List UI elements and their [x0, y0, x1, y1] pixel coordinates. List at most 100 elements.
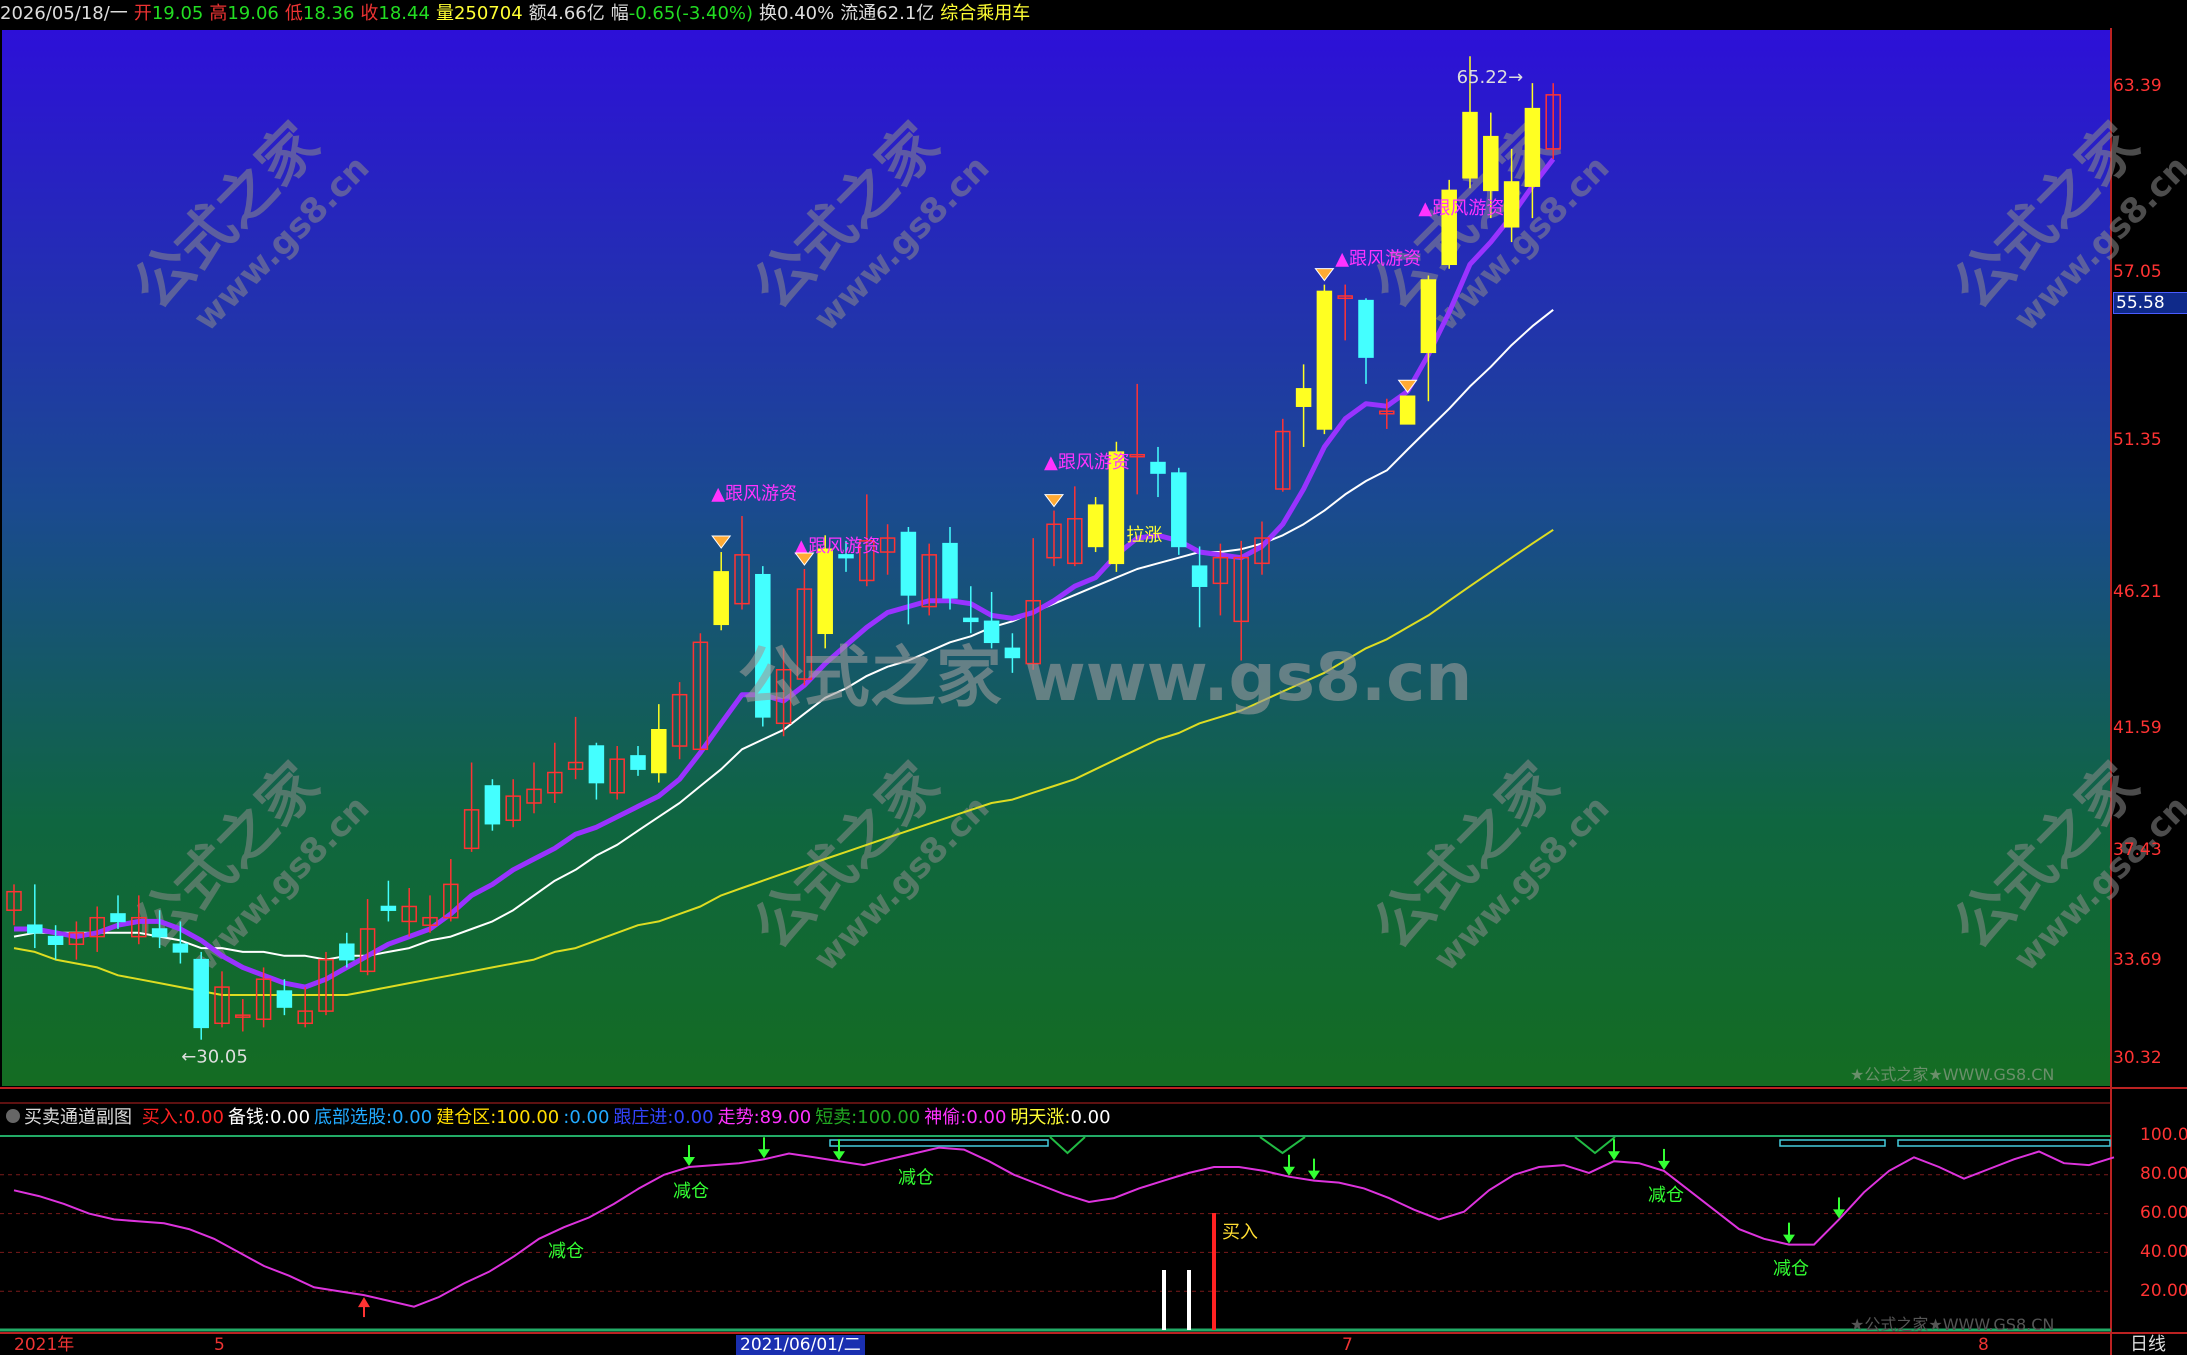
green-down-arrow-head	[1283, 1166, 1295, 1176]
price-tick: 51.35	[2113, 430, 2162, 450]
green-down-arrow-head	[833, 1151, 845, 1161]
indicator-field-label: 明天涨:	[1010, 1107, 1071, 1128]
osc-red-bar	[1212, 1213, 1216, 1330]
indicator-field-label: 走势:	[717, 1107, 760, 1128]
price-tick: 41.59	[2113, 718, 2162, 738]
change-value: -0.65(-3.40%)	[628, 3, 754, 24]
candle-body	[1150, 461, 1166, 474]
chart-annotation: ▲跟风游资	[1335, 248, 1421, 269]
indicator-field-label: 底部选股:	[314, 1107, 393, 1128]
volume-label: 量	[435, 3, 454, 24]
osc-rail	[829, 1139, 1049, 1147]
indicator-field-value: 0.00	[1070, 1107, 1111, 1128]
candle-body	[1295, 388, 1312, 407]
osc-tick: 100.00	[2140, 1125, 2187, 1145]
candle-body	[193, 958, 209, 1029]
indicator-name[interactable]: 买卖通道副图	[24, 1107, 132, 1128]
chart-annotation: ▲跟风游资	[1044, 452, 1130, 473]
candle-body	[1524, 107, 1541, 187]
candle-body	[1087, 504, 1104, 548]
osc-tick: 80.00	[2140, 1164, 2187, 1184]
time-axis-label: 2021年	[14, 1335, 75, 1355]
price-tick: 57.05	[2113, 262, 2162, 282]
candle-body	[380, 905, 397, 911]
chart-annotation: 65.22→	[1457, 67, 1524, 88]
amount-label: 额	[528, 3, 547, 24]
osc-v-mark	[1049, 1136, 1086, 1155]
turnover-label: 换	[759, 3, 778, 24]
candle-body	[1191, 565, 1208, 587]
candle-body	[1399, 395, 1416, 425]
candle-body	[172, 943, 189, 953]
candle-body	[339, 943, 355, 961]
osc-rail	[1897, 1139, 2111, 1147]
close-value: 18.44	[378, 3, 430, 24]
candle-body	[1420, 279, 1437, 354]
indicator-field-value: 0.00	[966, 1107, 1007, 1128]
volume-value: 250704	[453, 3, 523, 24]
reduce-label: 减仓	[1648, 1185, 1684, 1206]
osc-tick: 40.00	[2140, 1242, 2187, 1262]
price-tick: 37.43	[2113, 840, 2162, 860]
time-axis-cursor-date: 2021/06/01/二	[736, 1335, 865, 1355]
green-down-arrow-head	[683, 1157, 695, 1167]
price-tick: 46.21	[2113, 582, 2162, 602]
current-price-tag: 55.58	[2113, 292, 2187, 314]
green-down-arrow-head	[1308, 1170, 1320, 1180]
candle-body	[47, 935, 64, 945]
indicator-field-label: 神偷:	[924, 1107, 967, 1128]
osc-white-bar	[1162, 1270, 1166, 1330]
open-label: 开	[133, 3, 152, 24]
indicator-field-value: 89.00	[759, 1107, 812, 1128]
oscillator-grid	[0, 1135, 2111, 1332]
osc-tick: 60.00	[2140, 1203, 2187, 1223]
candle-body	[1462, 111, 1478, 179]
candle-body	[817, 548, 833, 635]
close-label: 收	[360, 3, 379, 24]
reduce-label: 减仓	[898, 1167, 934, 1188]
chart-annotation: ▲跟风游资	[711, 484, 797, 505]
quote-date: 2026/05/18/一	[0, 3, 128, 24]
quote-bar: 2026/05/18/一 开19.05 高19.06 低18.36 收18.44 量250…	[0, 0, 2187, 28]
price-tick: 33.69	[2113, 950, 2162, 970]
amount-value: 4.66亿	[546, 3, 605, 24]
candle-body	[713, 571, 729, 626]
indicator-field-label: 买入:	[141, 1107, 184, 1128]
price-tick: 30.32	[2113, 1048, 2162, 1068]
watermark-main: 公式之家 www.gs8.cn	[738, 639, 1472, 716]
chart-canvas[interactable]: 公式之家www.gs8.cn 公式之家www.gs8.cn 公式之家www.gs8.…	[0, 0, 2187, 1355]
open-value: 19.05	[151, 3, 204, 24]
indicator-field-value: 100.00	[496, 1107, 560, 1128]
high-value: 19.06	[227, 3, 279, 24]
candle-body	[942, 542, 958, 599]
indicator-field-list: 买入:0.00 备钱:0.00 底部选股:0.00 建仓区:100.00:0.00 跟庄…	[142, 1107, 1115, 1128]
candle-body	[151, 928, 168, 938]
price-tick: 63.39	[2113, 76, 2162, 96]
sector-name[interactable]: 综合乘用车	[940, 3, 1030, 24]
indicator-field-label: 备钱:	[227, 1107, 270, 1128]
change-label: 幅	[610, 3, 629, 24]
osc-v-mark	[1574, 1136, 1616, 1155]
red-up-arrow-head	[358, 1297, 370, 1308]
chart-annotation: ▲跟风游资	[1418, 198, 1504, 219]
watermark-footer: ★公式之家★WWW.GS8.CN	[1850, 1315, 2054, 1334]
indicator-field-label: 跟庄进:	[613, 1107, 674, 1128]
candle-body	[1171, 472, 1187, 548]
osc-tick: 20.00	[2140, 1281, 2187, 1301]
candle-body	[276, 990, 293, 1008]
indicator-field-value: 0.00	[183, 1107, 224, 1128]
low-value: 18.36	[302, 3, 355, 24]
candle-body	[1358, 299, 1374, 358]
candle-body	[27, 924, 43, 934]
collapse-icon[interactable]	[6, 1109, 20, 1123]
indicator-field-value: 100.00	[857, 1107, 921, 1128]
reduce-label: 减仓	[548, 1241, 584, 1262]
osc-rail	[1779, 1139, 1886, 1147]
indicator-field-value: 0.00	[392, 1107, 433, 1128]
indicator-field-value: 0.00	[673, 1107, 714, 1128]
candle-body	[630, 755, 646, 770]
reduce-label: 减仓	[673, 1181, 709, 1202]
osc-white-bar	[1187, 1270, 1191, 1330]
candle-body	[1483, 135, 1499, 192]
period-button[interactable]: 日线	[2130, 1335, 2166, 1355]
